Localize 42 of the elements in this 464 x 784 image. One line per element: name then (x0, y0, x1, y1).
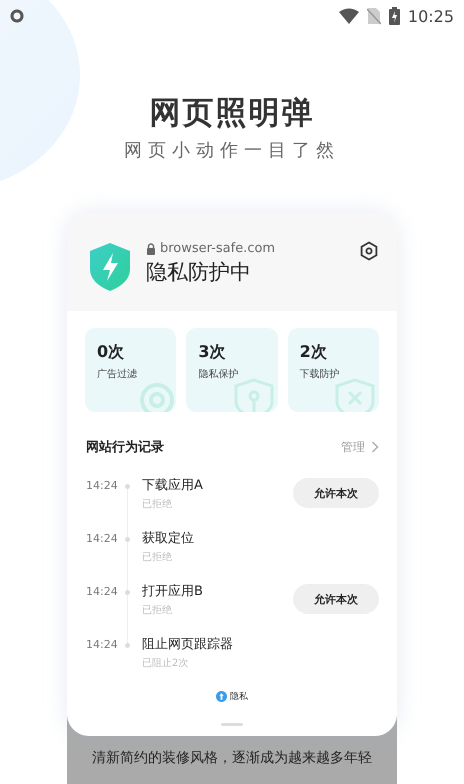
record-time: 14:24 (86, 584, 119, 598)
lock-icon (146, 242, 156, 254)
wifi-icon (338, 8, 359, 24)
notification-icon (10, 9, 24, 23)
no-sim-icon (366, 7, 381, 25)
record-status: 已拒绝 (142, 550, 173, 564)
timeline-dot (125, 590, 130, 595)
stat-value: 3次 (198, 342, 226, 363)
drag-handle[interactable] (221, 723, 243, 726)
timeline-dot (125, 643, 130, 648)
stat-label: 下载防护 (300, 368, 341, 381)
stat-label: 广告过滤 (97, 368, 138, 381)
record-title: 下载应用A (142, 477, 204, 494)
settings-icon[interactable] (359, 241, 379, 261)
stat-value: 0次 (97, 342, 126, 363)
privacy-icon (216, 691, 227, 702)
record-time: 14:24 (86, 531, 119, 545)
record-title: 阻止网页跟踪器 (142, 636, 234, 653)
section-title: 网站行为记录 (86, 439, 164, 456)
timeline-dot (125, 484, 130, 489)
record-status: 已阻止2次 (142, 656, 190, 670)
chevron-icon (371, 441, 379, 453)
record-status: 已拒绝 (142, 498, 173, 511)
protection-status: 隐私防护中 (146, 259, 252, 286)
record-time: 14:24 (86, 637, 119, 651)
stat-label: 隐私保护 (198, 368, 240, 381)
subheadline: 网页小动作一目了然 (123, 139, 341, 162)
privacy-label: 隐私 (230, 690, 248, 703)
clock-time: 10:25 (408, 6, 454, 26)
caption-text: 清新简约的装修风格，逐渐成为越来越多年轻 (91, 749, 373, 767)
stat-value: 2次 (300, 342, 328, 363)
record-title: 获取定位 (142, 530, 195, 547)
shield-icon (90, 243, 130, 291)
allow-button[interactable]: 允许本次 (293, 584, 379, 614)
headline: 网页照明弹 (148, 94, 316, 132)
battery-icon (388, 7, 400, 25)
site-url: browser-safe.com (160, 241, 276, 256)
record-status: 已拒绝 (142, 604, 173, 617)
allow-button[interactable]: 允许本次 (293, 478, 379, 508)
timeline-dot (125, 537, 130, 542)
record-title: 打开应用B (142, 583, 204, 600)
record-time: 14:24 (86, 478, 119, 492)
